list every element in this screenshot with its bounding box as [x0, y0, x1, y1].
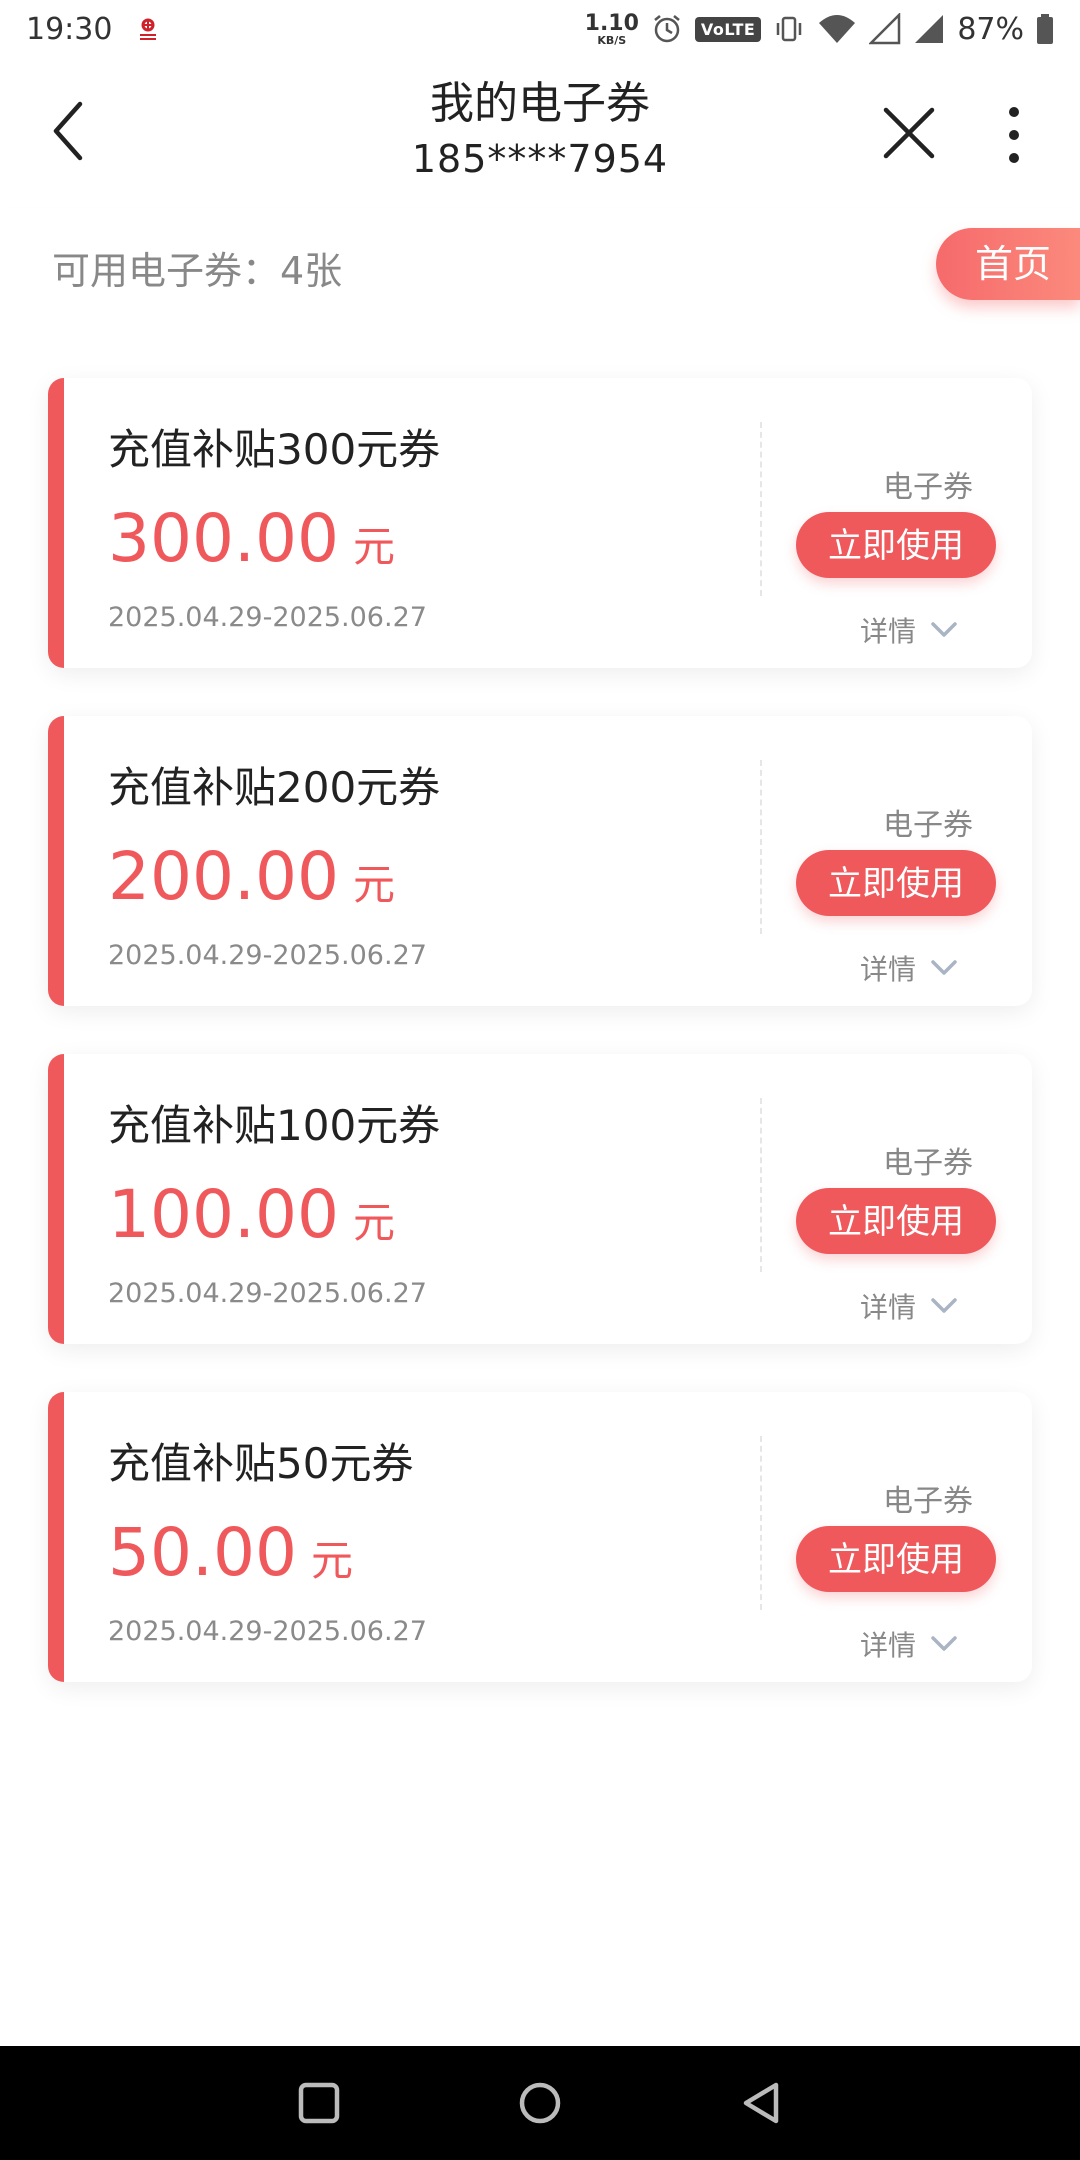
- detail-toggle[interactable]: 详情: [860, 1286, 958, 1326]
- wifi-icon: [819, 15, 856, 43]
- battery-icon: [1037, 14, 1053, 44]
- detail-toggle[interactable]: 详情: [860, 610, 958, 650]
- coupon-title: 充值补贴50元券: [108, 1439, 414, 1488]
- use-now-button[interactable]: 立即使用: [796, 850, 996, 916]
- coupon-type: 电子券: [883, 1484, 973, 1519]
- status-right: 1.10 KB/S VoLTE 87%: [585, 12, 1054, 47]
- volte-badge: VoLTE: [694, 16, 762, 42]
- signal-icon: [869, 13, 901, 45]
- status-left: 19:30: [26, 12, 162, 47]
- coupon-amount-value: 50.00: [108, 1514, 297, 1591]
- home-button[interactable]: 首页: [936, 228, 1080, 300]
- coupon-type: 电子券: [883, 1146, 973, 1181]
- coupon-divider: [760, 1098, 762, 1272]
- header: 我的电子券 185****7954: [0, 58, 1080, 208]
- coupon-title: 充值补贴100元券: [108, 1101, 441, 1150]
- more-vertical-icon[interactable]: [996, 102, 1032, 168]
- chevron-down-icon: [931, 1636, 957, 1651]
- use-now-button[interactable]: 立即使用: [796, 1188, 996, 1254]
- coupon-stripe: [48, 1392, 64, 1682]
- coupon-card: 充值补贴50元券 50.00 元 2025.04.29-2025.06.27 电…: [48, 1392, 1032, 1682]
- coupon-card: 充值补贴200元券 200.00 元 2025.04.29-2025.06.27…: [48, 716, 1032, 1006]
- coupon-amount-unit: 元: [352, 1198, 395, 1247]
- chevron-down-icon: [931, 622, 957, 637]
- chevron-down-icon: [931, 1298, 957, 1313]
- coupon-amount: 50.00 元: [108, 1514, 353, 1591]
- coupon-card: 充值补贴300元券 300.00 元 2025.04.29-2025.06.27…: [48, 378, 1032, 668]
- detail-toggle[interactable]: 详情: [860, 1624, 958, 1664]
- back-triangle-icon[interactable]: [734, 2076, 788, 2130]
- coupon-title: 充值补贴200元券: [108, 763, 441, 812]
- detail-label: 详情: [860, 1291, 917, 1324]
- battery-percent: 87%: [957, 11, 1024, 47]
- coupon-stripe: [48, 1054, 64, 1344]
- net-speed: 1.10 KB/S: [584, 10, 639, 47]
- coupon-divider: [760, 422, 762, 596]
- signal-icon-2: [915, 15, 944, 43]
- vibrate-icon: [777, 16, 802, 42]
- coupon-divider: [760, 1436, 762, 1610]
- detail-toggle[interactable]: 详情: [860, 948, 958, 988]
- coupon-amount: 200.00 元: [108, 838, 395, 915]
- net-speed-unit: KB/S: [597, 33, 627, 47]
- coupon-title: 充值补贴300元券: [108, 425, 441, 474]
- coupon-amount-value: 100.00: [108, 1176, 339, 1253]
- available-count: 可用电子券：4张: [52, 249, 343, 293]
- recents-square-icon[interactable]: [292, 2076, 346, 2130]
- coupon-amount: 300.00 元: [108, 500, 395, 577]
- coupon-type: 电子券: [883, 470, 973, 505]
- use-now-button[interactable]: 立即使用: [796, 512, 996, 578]
- coupon-stripe: [48, 716, 64, 1006]
- coupon-stripe: [48, 378, 64, 668]
- carrier-logo-icon: [140, 18, 157, 40]
- detail-label: 详情: [860, 615, 917, 648]
- system-nav-bar: [0, 2046, 1080, 2160]
- coupon-amount-value: 300.00: [108, 500, 339, 577]
- status-bar: 19:30 1.10 KB/S VoLTE 87%: [0, 0, 1080, 58]
- coupon-amount-unit: 元: [352, 522, 395, 571]
- coupon-card: 充值补贴100元券 100.00 元 2025.04.29-2025.06.27…: [48, 1054, 1032, 1344]
- coupon-amount-value: 200.00: [108, 838, 339, 915]
- coupon-validity: 2025.04.29-2025.06.27: [108, 1278, 427, 1309]
- coupon-list: 充值补贴300元券 300.00 元 2025.04.29-2025.06.27…: [0, 336, 1080, 2046]
- coupon-validity: 2025.04.29-2025.06.27: [108, 940, 427, 971]
- use-now-button[interactable]: 立即使用: [796, 1526, 996, 1592]
- alarm-icon: [654, 15, 680, 43]
- status-time: 19:30: [26, 11, 113, 47]
- coupon-validity: 2025.04.29-2025.06.27: [108, 602, 427, 633]
- summary-bar: 可用电子券：4张 首页: [0, 208, 1080, 336]
- coupon-divider: [760, 760, 762, 934]
- coupon-type: 电子券: [883, 808, 973, 843]
- coupon-validity: 2025.04.29-2025.06.27: [108, 1616, 427, 1647]
- close-icon[interactable]: [880, 104, 938, 162]
- coupon-amount: 100.00 元: [108, 1176, 395, 1253]
- home-circle-icon[interactable]: [513, 2076, 567, 2130]
- net-speed-value: 1.10: [584, 10, 639, 36]
- coupon-amount-unit: 元: [310, 1536, 353, 1585]
- detail-label: 详情: [860, 953, 917, 986]
- chevron-down-icon: [931, 960, 957, 975]
- detail-label: 详情: [860, 1629, 917, 1662]
- coupon-amount-unit: 元: [352, 860, 395, 909]
